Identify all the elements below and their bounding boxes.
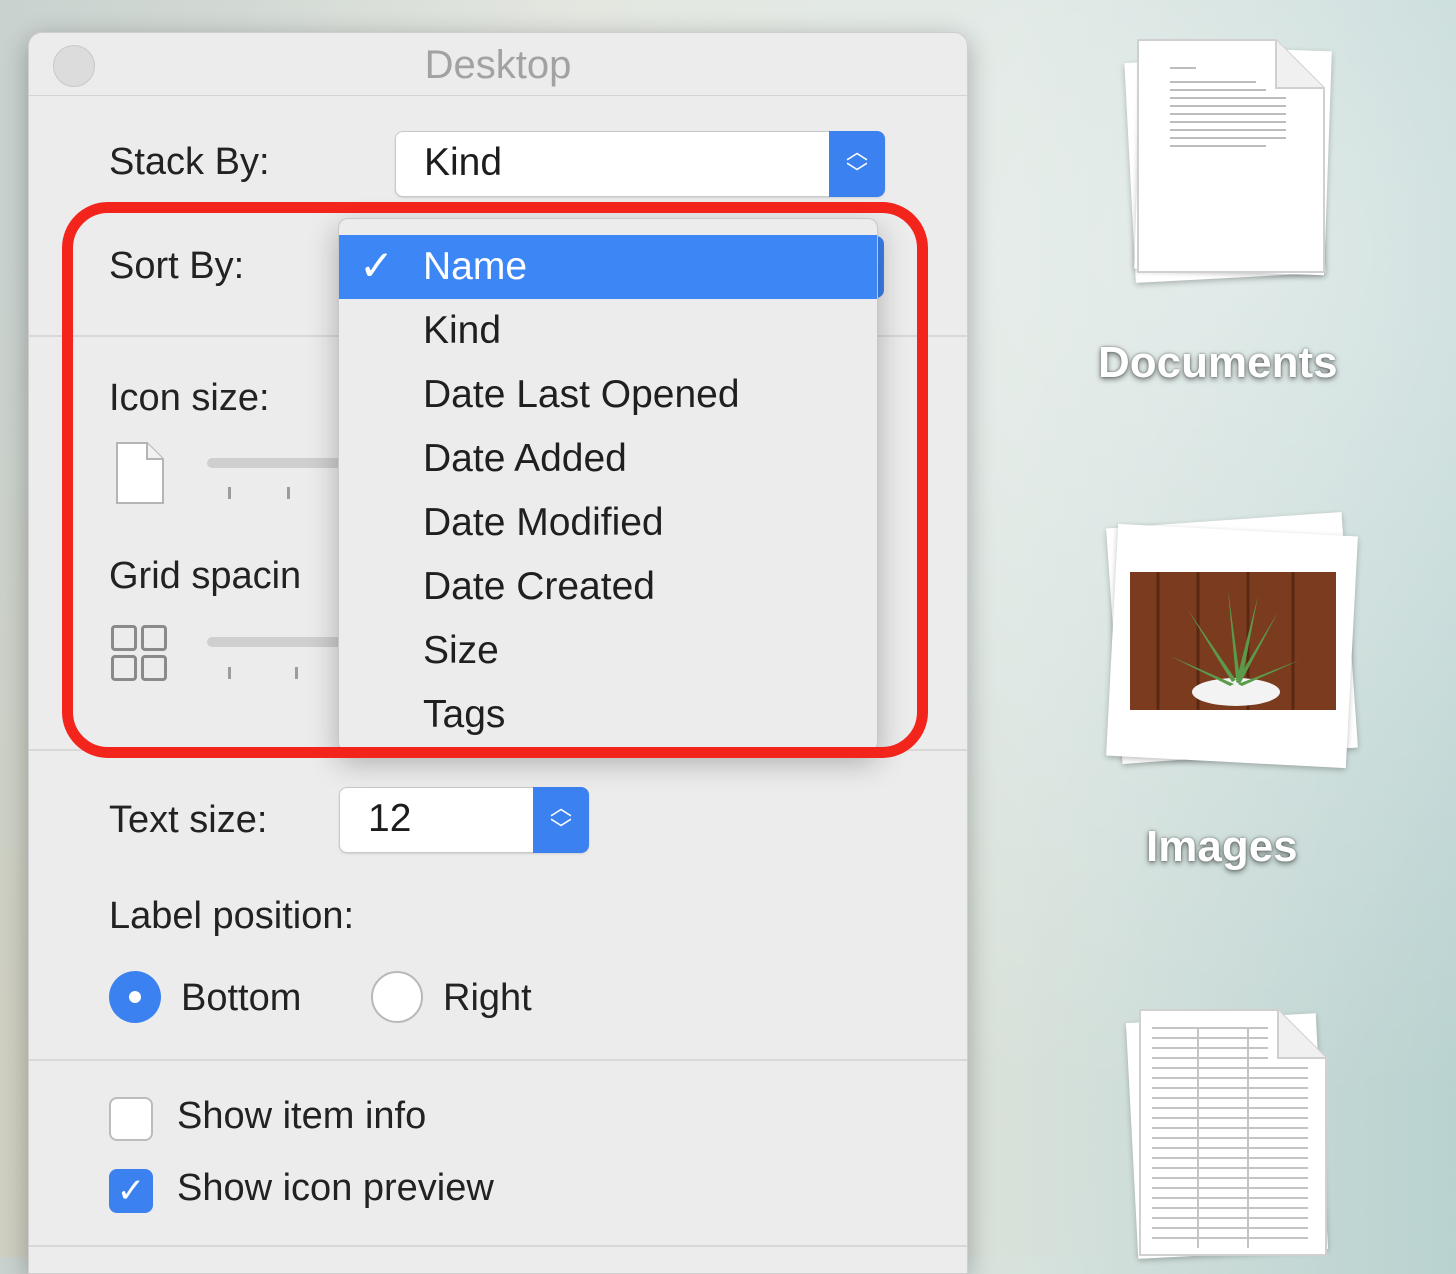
- chevron-up-icon: ︿: [845, 139, 868, 164]
- images-label: Images: [1146, 822, 1298, 871]
- chevron-down-icon: ﹀: [549, 817, 572, 842]
- annotation-highlight: [62, 202, 928, 758]
- titlebar: Desktop: [29, 33, 967, 96]
- show-item-info-label: Show item info: [177, 1095, 427, 1137]
- document-icon: [1137, 39, 1325, 273]
- show-icon-preview-label: Show icon preview: [177, 1167, 494, 1209]
- show-icon-preview-checkbox[interactable]: ✓: [109, 1169, 153, 1213]
- divider: [29, 1059, 967, 1061]
- show-item-info-checkbox[interactable]: [109, 1097, 153, 1141]
- radio-bottom[interactable]: [109, 971, 161, 1023]
- spreadsheet-icon: [1139, 1009, 1327, 1256]
- text-size-stepper[interactable]: ︿ ﹀: [533, 787, 589, 853]
- radio-right-label: Right: [443, 977, 532, 1019]
- stack-by-label: Stack By:: [109, 141, 270, 183]
- stack-by-select[interactable]: Kind ︿ ﹀: [395, 131, 885, 197]
- label-position-label: Label position:: [109, 895, 355, 937]
- stack-by-value: Kind: [424, 141, 503, 184]
- text-size-value: 12: [368, 797, 412, 840]
- chevron-down-icon: ﹀: [845, 161, 868, 186]
- radio-bottom-label: Bottom: [181, 977, 302, 1019]
- radio-right[interactable]: [371, 971, 423, 1023]
- stack-by-stepper[interactable]: ︿ ﹀: [829, 131, 885, 197]
- aloe-photo-icon: [1118, 560, 1348, 728]
- window-title: Desktop: [424, 43, 572, 87]
- text-size-label: Text size:: [109, 799, 268, 841]
- chevron-up-icon: ︿: [549, 795, 572, 820]
- text-size-select[interactable]: 12 ︿ ﹀: [339, 787, 589, 853]
- divider: [29, 1245, 967, 1247]
- documents-label: Documents: [1098, 338, 1338, 387]
